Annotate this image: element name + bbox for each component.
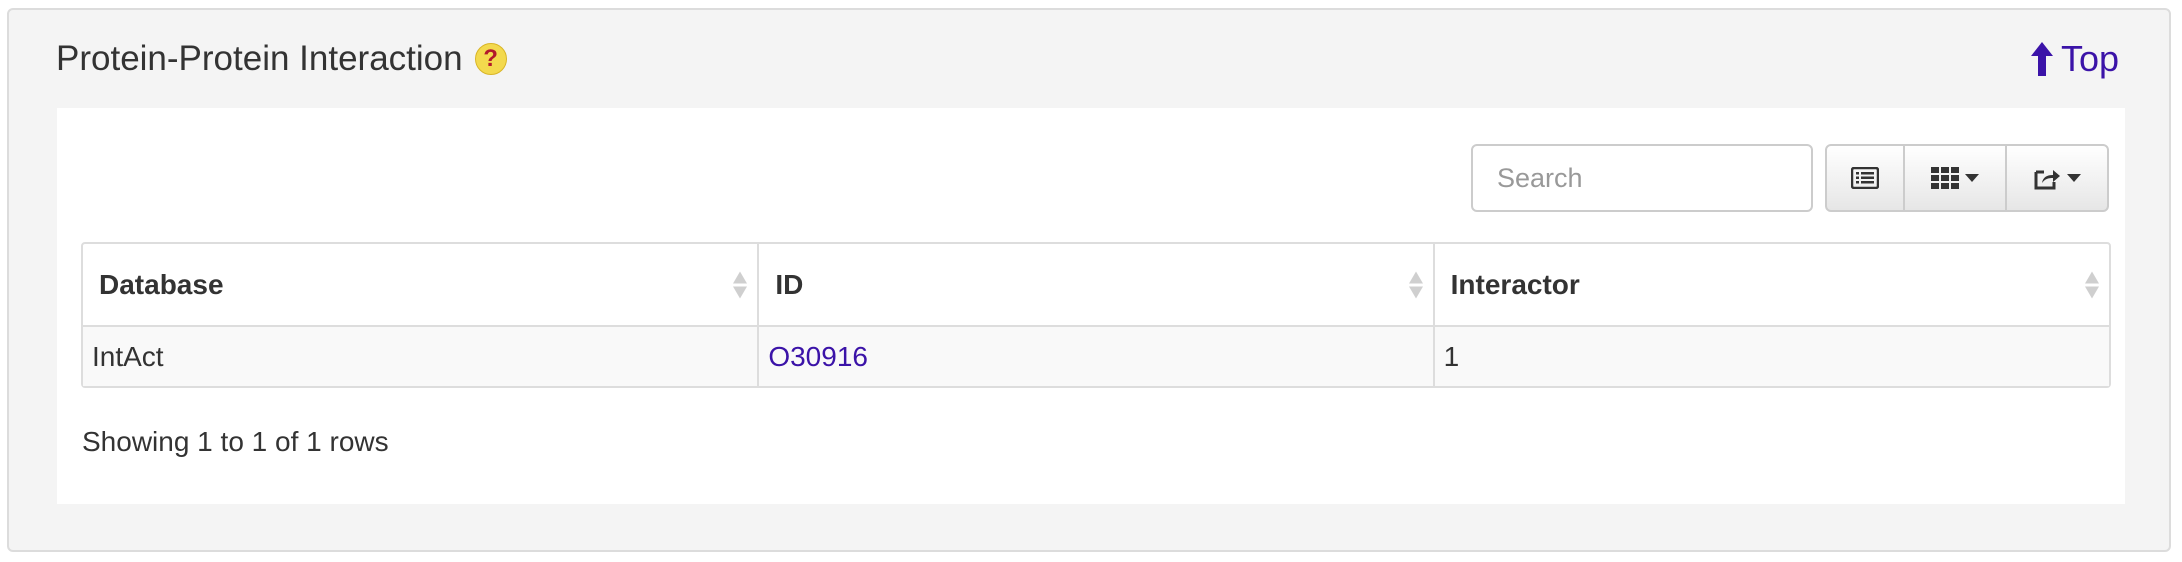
columns-icon bbox=[1931, 167, 1959, 189]
interaction-table: Database ID Interactor IntAct O30916 1 bbox=[81, 242, 2111, 388]
column-header-label: Database bbox=[99, 268, 224, 300]
table-header-row: Database ID Interactor bbox=[83, 244, 2109, 327]
column-header-label: ID bbox=[775, 268, 804, 300]
cell-id: O30916 bbox=[758, 326, 1435, 386]
arrow-up-icon bbox=[2030, 42, 2053, 76]
toggle-view-button[interactable] bbox=[1827, 146, 1905, 210]
id-link[interactable]: O30916 bbox=[768, 341, 868, 372]
cell-interactor: 1 bbox=[1433, 326, 2109, 386]
column-header-database[interactable]: Database bbox=[83, 244, 760, 327]
table-row: IntAct O30916 1 bbox=[83, 326, 2109, 386]
pagination-info: Showing 1 to 1 of 1 rows bbox=[82, 426, 389, 457]
cell-database: IntAct bbox=[83, 326, 760, 386]
table-container: Database ID Interactor bbox=[57, 108, 2125, 504]
chevron-down-icon bbox=[2067, 174, 2081, 182]
columns-button[interactable] bbox=[1905, 146, 2007, 210]
section-heading: Protein-Protein Interaction ? bbox=[56, 34, 507, 84]
table-button-group bbox=[1825, 144, 2109, 212]
column-header-label: Interactor bbox=[1450, 268, 1580, 300]
top-link[interactable]: Top bbox=[2030, 38, 2119, 80]
top-link-label: Top bbox=[2060, 38, 2119, 79]
search-input[interactable] bbox=[1471, 144, 1813, 212]
table-toolbar bbox=[1471, 144, 2109, 212]
export-icon bbox=[2034, 170, 2060, 190]
sort-icon bbox=[733, 271, 748, 298]
chevron-down-icon bbox=[1965, 174, 1979, 182]
protein-interaction-panel: Protein-Protein Interaction ? Top Search… bbox=[7, 8, 2171, 552]
help-icon[interactable]: ? bbox=[474, 43, 507, 75]
toggle-view-icon bbox=[1851, 167, 1879, 189]
export-button[interactable] bbox=[2007, 146, 2107, 210]
section-title: Protein-Protein Interaction bbox=[56, 39, 463, 78]
sort-icon bbox=[2085, 271, 2099, 298]
sort-icon bbox=[1408, 271, 1423, 298]
column-header-interactor[interactable]: Interactor bbox=[1433, 244, 2109, 327]
column-header-id[interactable]: ID bbox=[758, 244, 1435, 327]
